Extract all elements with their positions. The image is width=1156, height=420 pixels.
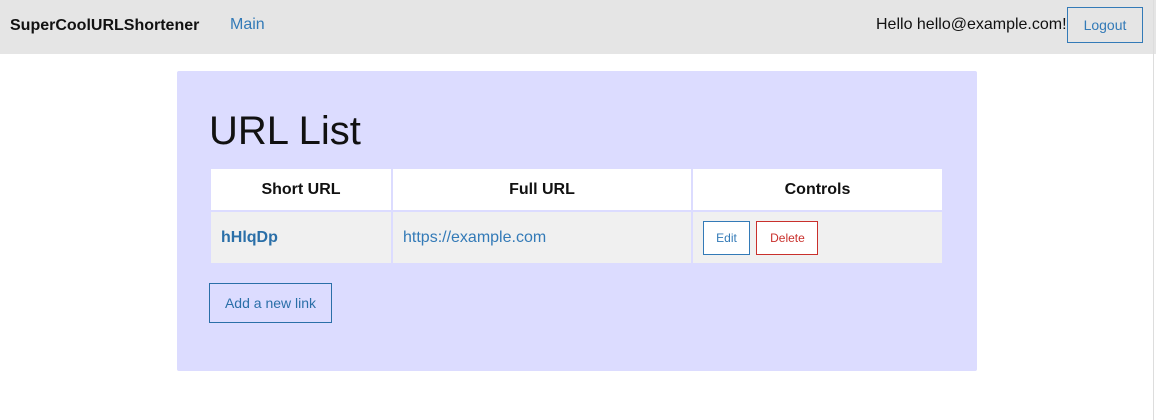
user-greeting: Hello hello@example.com! (876, 16, 1067, 33)
edit-button[interactable]: Edit (703, 220, 750, 255)
nav-link-main[interactable]: Main (230, 16, 265, 34)
delete-button[interactable]: Delete (756, 220, 819, 255)
short-url-link[interactable]: hHlqDp (221, 229, 278, 246)
add-new-link-button[interactable]: Add a new link (209, 283, 332, 323)
brand-title[interactable]: SuperCoolURLShortener (10, 17, 199, 35)
table-row: hHlqDp https://example.com Edit Delete (209, 210, 944, 265)
navbar: SuperCoolURLShortener Main Hello hello@e… (0, 0, 1156, 54)
short-url-cell: hHlqDp (209, 210, 393, 265)
full-url-link[interactable]: https://example.com (403, 229, 546, 246)
table-header-row: Short URL Full URL Controls (209, 167, 944, 212)
controls-cell: Edit Delete (691, 210, 944, 265)
window-edge-divider (1153, 0, 1154, 420)
logout-button[interactable]: Logout (1067, 7, 1143, 43)
url-list-panel: URL List Short URL Full URL Controls hHl… (177, 71, 977, 371)
column-header-full-url: Full URL (391, 167, 693, 212)
column-header-short-url: Short URL (209, 167, 393, 212)
full-url-cell: https://example.com (391, 210, 693, 265)
column-header-controls: Controls (691, 167, 944, 212)
page-title: URL List (209, 109, 361, 153)
url-table: Short URL Full URL Controls hHlqDp https… (209, 167, 944, 265)
